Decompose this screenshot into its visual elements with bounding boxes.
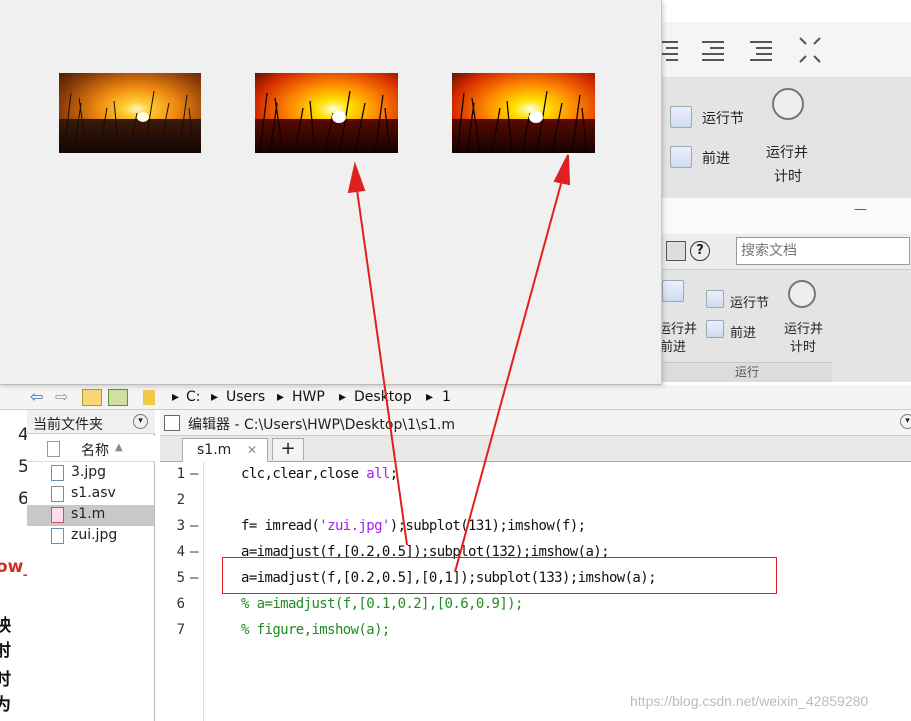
annotation-arrows <box>347 154 571 573</box>
watermark: https://blog.csdn.net/weixin_42859280 <box>630 693 869 709</box>
arrow-to-image-2 <box>356 189 408 546</box>
arrowhead-icon <box>347 161 366 194</box>
arrowhead-icon <box>553 154 571 186</box>
arrow-to-image-3 <box>454 179 563 573</box>
